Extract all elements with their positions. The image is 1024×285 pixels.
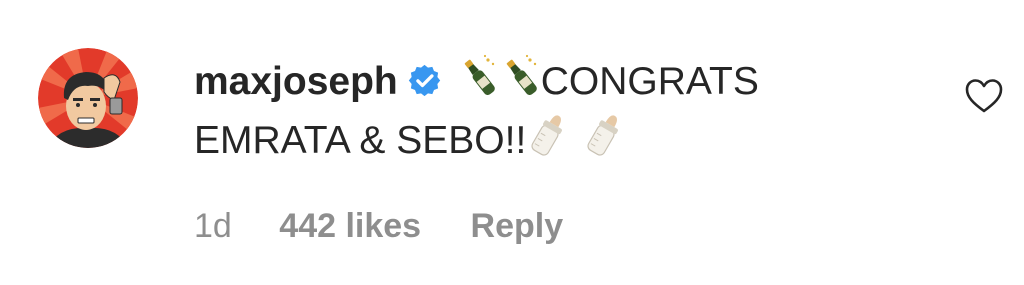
comment-text-line-2: EMRATA & SEBO!! <box>194 119 527 162</box>
verified-badge-icon <box>408 64 441 97</box>
username-link[interactable]: maxjoseph <box>194 60 398 103</box>
likes-count[interactable]: 442 likes <box>279 207 421 246</box>
baby-bottle-emoji <box>526 111 570 159</box>
comment-text-line-1: CONGRATS <box>540 60 759 103</box>
avatar-illustration <box>38 48 138 148</box>
champagne-bottle-emoji <box>457 54 499 100</box>
comment-body: maxjoseph CONGRATS EMRATA & SEBO!! <box>194 52 894 170</box>
comment-meta: 1d 442 likes Reply <box>194 207 563 246</box>
reply-button[interactable]: Reply <box>471 207 564 246</box>
comment-row: maxjoseph CONGRATS EMRATA & SEBO!! 1d 44… <box>0 0 1024 285</box>
champagne-bottle-emoji <box>499 54 541 100</box>
comment-timestamp[interactable]: 1d <box>194 207 232 246</box>
baby-bottle-emoji <box>582 111 626 159</box>
user-avatar[interactable] <box>38 48 138 148</box>
heart-outline-icon[interactable] <box>965 78 1003 114</box>
